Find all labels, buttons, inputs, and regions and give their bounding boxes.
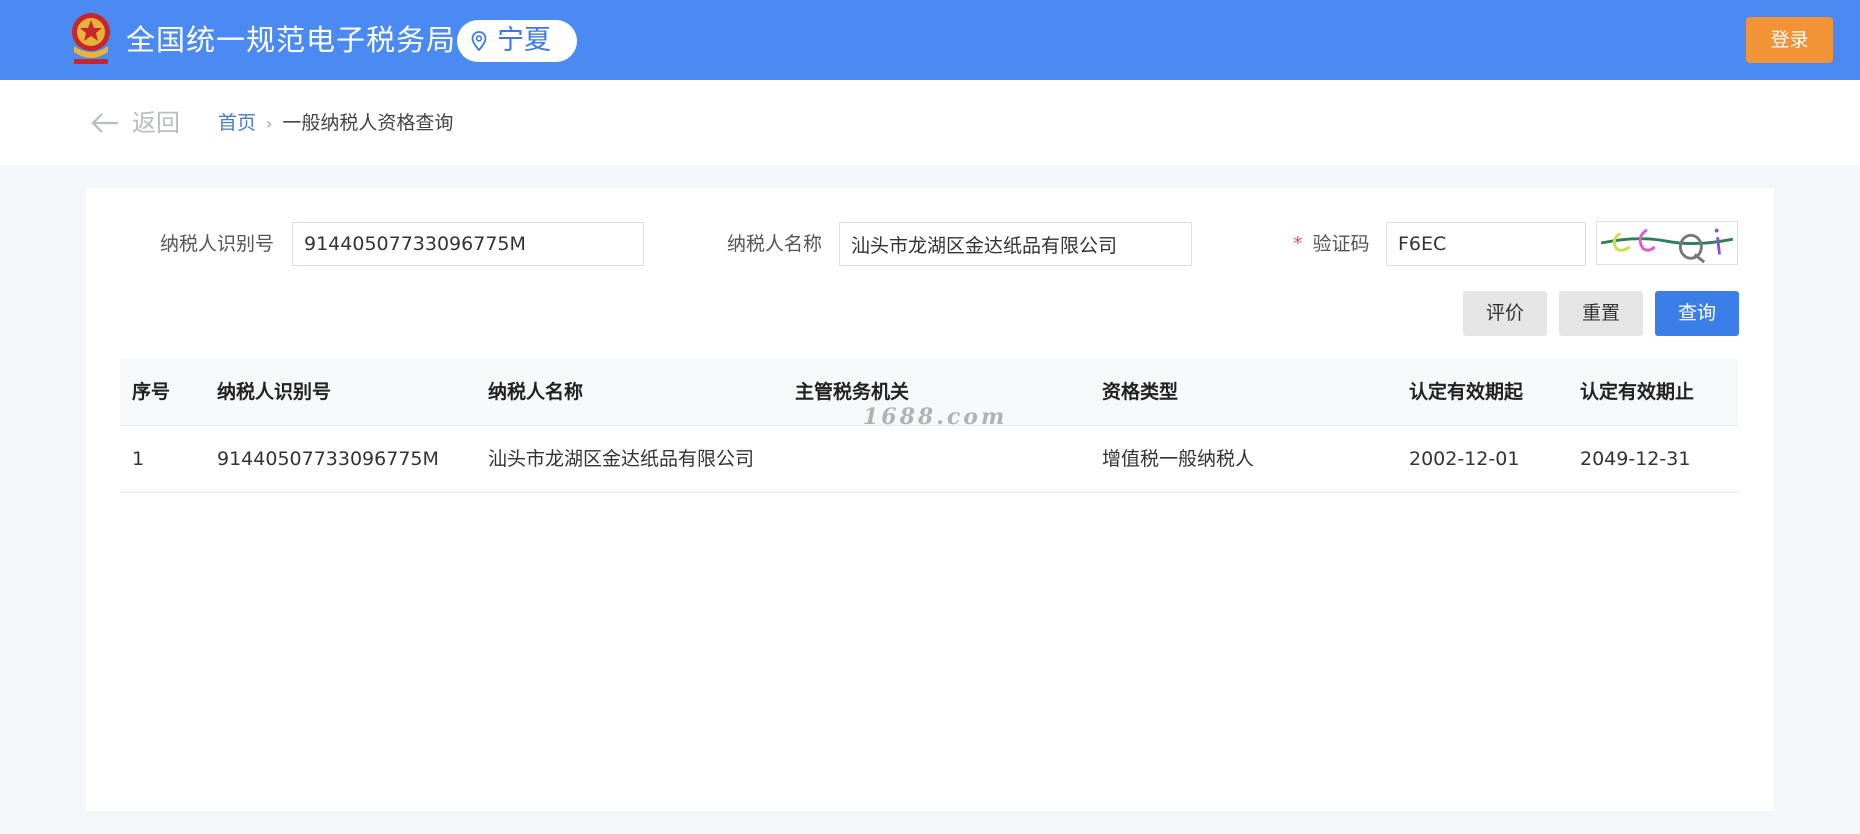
- breadcrumb-home-link[interactable]: 首页: [218, 112, 256, 134]
- query-card: 纳税人识别号 纳税人名称 * 验证码 评价 重置 查询 序号 纳税人识别号 纳税人…: [86, 188, 1774, 811]
- breadcrumb: 首页 › 一般纳税人资格查询: [218, 106, 453, 140]
- back-label: 返回: [132, 109, 180, 137]
- cell-index: 1: [132, 448, 145, 470]
- taxpayer-name-input[interactable]: [839, 222, 1192, 266]
- cell-taxpayer-id: 91440507733096775M: [217, 448, 439, 470]
- evaluate-button[interactable]: 评价: [1463, 291, 1547, 336]
- column-header-taxpayer-name: 纳税人名称: [488, 381, 584, 403]
- captcha-input[interactable]: [1386, 222, 1586, 266]
- captcha-label: * 验证码: [1293, 221, 1370, 267]
- location-pin-icon: [471, 31, 487, 51]
- taxpayer-id-input[interactable]: [292, 222, 644, 266]
- login-button[interactable]: 登录: [1746, 17, 1833, 63]
- captcha-label-text: 验证码: [1312, 233, 1370, 255]
- region-selector[interactable]: 宁夏: [457, 20, 577, 62]
- cell-qualification-type: 增值税一般纳税人: [1102, 448, 1255, 470]
- table-row: 1 91440507733096775M 汕头市龙湖区金达纸品有限公司 增值税一…: [120, 426, 1738, 493]
- column-header-qualification-type: 资格类型: [1102, 381, 1179, 403]
- top-header: 全国统一规范电子税务局 宁夏 登录: [0, 0, 1860, 80]
- required-asterisk: *: [1293, 233, 1303, 255]
- column-header-valid-from: 认定有效期起: [1409, 381, 1524, 403]
- arrow-left-icon: [91, 113, 118, 133]
- column-header-index: 序号: [132, 381, 171, 403]
- captcha-image[interactable]: [1596, 221, 1738, 265]
- cell-valid-to: 2049-12-31: [1580, 448, 1691, 470]
- query-button[interactable]: 查询: [1655, 291, 1739, 336]
- region-label: 宁夏: [497, 25, 551, 56]
- cell-taxpayer-name: 汕头市龙湖区金达纸品有限公司: [488, 448, 755, 470]
- reset-button[interactable]: 重置: [1559, 291, 1643, 336]
- sub-navigation-bar: 返回 首页 › 一般纳税人资格查询: [0, 80, 1860, 165]
- breadcrumb-separator: ›: [266, 114, 273, 133]
- taxpayer-id-label: 纳税人识别号: [160, 233, 275, 255]
- watermark-text: 1688.com: [863, 404, 1008, 430]
- tax-emblem-logo: [72, 13, 110, 64]
- taxpayer-name-label: 纳税人名称: [727, 233, 823, 255]
- column-header-valid-to: 认定有效期止: [1580, 381, 1695, 403]
- column-header-taxpayer-id: 纳税人识别号: [217, 381, 332, 403]
- site-title: 全国统一规范电子税务局: [126, 23, 457, 57]
- cell-valid-from: 2002-12-01: [1409, 448, 1520, 470]
- breadcrumb-current-page: 一般纳税人资格查询: [282, 112, 454, 134]
